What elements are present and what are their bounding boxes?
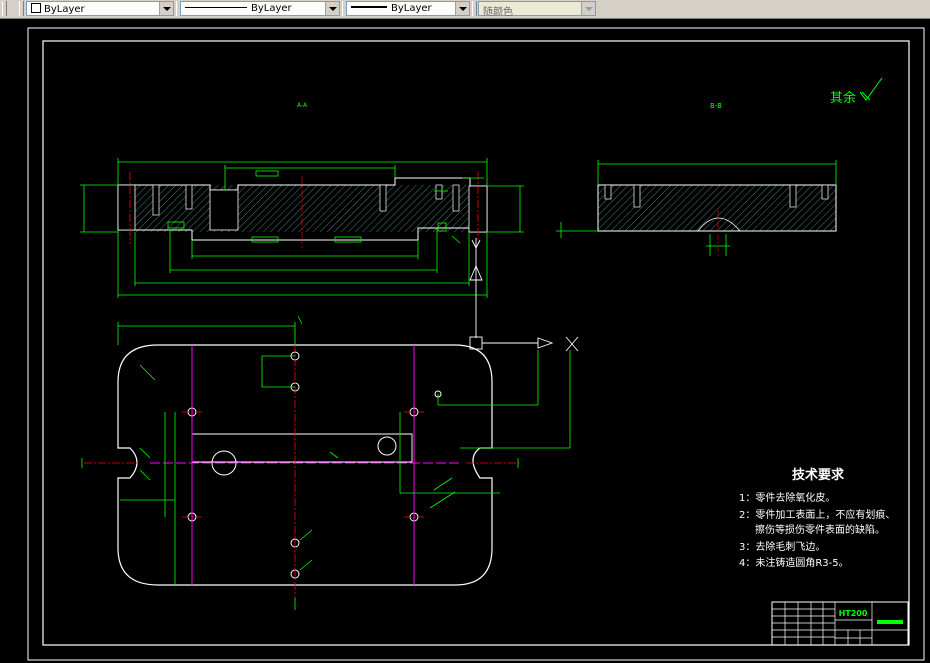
plan-view [81,315,579,610]
color-value: ByLayer [44,4,85,15]
linetype-control-dropdown[interactable]: ByLayer [180,1,340,16]
lineweight-control-dropdown[interactable]: ByLayer [346,1,470,16]
linetype-value: ByLayer [251,3,292,14]
chevron-down-icon [581,2,595,15]
drawing-canvas[interactable]: A-A B-B 其余 技术要求 1：零件去除氧化皮。 2：零件加工表面上，不应有… [0,18,930,663]
toolbar-grip[interactable] [19,1,24,16]
tech-note-2b: 擦伤等损伤零件表面的缺陷。 [755,523,885,536]
material-label: HT200 [839,609,868,618]
section-view-a [80,158,524,338]
toolbar-grip[interactable] [472,1,477,16]
lineweight-value: ByLayer [391,3,432,14]
surface-finish-note: 其余 [830,90,856,106]
tech-note-3: 3：去除毛刺飞边。 [739,540,825,553]
toolbar-grip[interactable] [2,1,7,16]
tech-note-1: 1：零件去除氧化皮。 [739,491,835,504]
plotstyle-control-dropdown: 随颜色 [478,1,596,18]
color-control-dropdown[interactable]: ByLayer [26,1,174,16]
roughness-check-icon [859,77,883,101]
plotstyle-value: 随颜色 [483,7,513,18]
lineweight-sample-icon [351,6,387,8]
tech-note-4: 4：未注铸造圆角R3-5。 [739,556,849,569]
section-a-label: A-A [297,102,308,109]
drawing-frame [42,40,910,646]
chevron-down-icon[interactable] [159,2,173,15]
section-b-label: B-B [710,102,722,110]
chevron-down-icon[interactable] [325,2,339,15]
chevron-down-icon[interactable] [455,2,469,15]
section-view-b [556,160,837,258]
properties-toolbar: ByLayer ByLayer ByLayer 随颜色 [0,0,930,19]
title-block-mark [877,620,903,624]
linetype-sample-icon [185,7,247,8]
color-swatch-icon [31,3,41,13]
tech-note-2: 2：零件加工表面上，不应有划痕、 [739,508,895,521]
tech-requirements-title: 技术要求 [792,467,845,483]
